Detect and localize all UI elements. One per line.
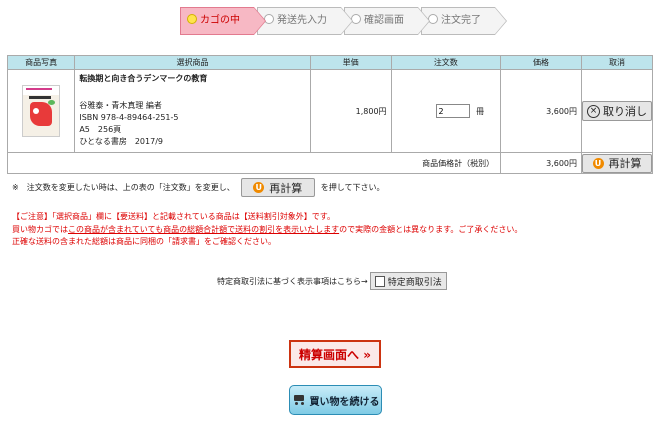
recalc-button[interactable]: U 再計算 <box>582 153 652 173</box>
continue-shopping-label: 買い物を続ける <box>309 396 380 408</box>
product-title[interactable]: 転換期と向き合うデンマークの教育 <box>79 73 305 84</box>
note-text-before: ※ 注文数を変更したい時は、上の表の「注文数」を変更し、 <box>12 183 235 192</box>
recalc-cell: U 再計算 <box>581 152 653 174</box>
close-icon: × <box>587 104 600 118</box>
cart-icon <box>292 395 306 405</box>
product-author: 谷雅泰・青木真理 編者 <box>79 101 162 110</box>
quantity-cell: 冊 <box>390 69 502 153</box>
header-price: 価格 <box>500 55 582 70</box>
delete-button[interactable]: × 取り消し <box>582 101 652 121</box>
header-item: 選択商品 <box>74 55 311 70</box>
unit-price: 1,800円 <box>309 69 392 153</box>
legal-notice-button[interactable]: 特定商取引法 <box>369 272 447 290</box>
note-recalc-button[interactable]: U 再計算 <box>240 178 315 197</box>
product-info-cell: 転換期と向き合うデンマークの教育 谷雅泰・青木真理 編者 ISBN 978-4-… <box>74 69 311 153</box>
shipping-warning: 【ご注意】「選択商品」欄に【要送料】と記載されている商品は【送料割引対象外】です… <box>12 211 522 249</box>
step-dot-icon <box>187 14 197 24</box>
step-confirm: 確認画面 <box>344 7 430 35</box>
product-format: A5 256頁 <box>79 125 122 134</box>
cart-table: 商品写真 選択商品 単価 注文数 価格 取消 転換期と向き合うデンマークの教育 … <box>6 55 653 174</box>
legal-notice-text: 特定商取引法に基づく表示事項はこちら→ <box>217 276 368 286</box>
header-cancel: 取消 <box>581 55 653 70</box>
header-unit-price: 単価 <box>309 55 392 70</box>
refresh-icon: U <box>253 182 265 193</box>
subtotal-label: 商品価格計（税別） <box>6 152 502 174</box>
step-shipping: 発送先入力 <box>257 7 353 35</box>
quantity-input[interactable] <box>435 104 470 118</box>
recalc-label: 再計算 <box>608 157 642 170</box>
step-complete: 注文完了 <box>421 7 507 35</box>
book-cover-image[interactable] <box>22 85 61 137</box>
header-photo: 商品写真 <box>6 55 76 70</box>
note-recalc-label: 再計算 <box>269 181 303 195</box>
product-isbn: ISBN 978-4-89464-251-5 <box>79 113 179 122</box>
header-quantity: 注文数 <box>390 55 502 70</box>
delete-label: 取り消し <box>603 105 647 118</box>
subtotal-row: 商品価格計（税別） 3,600円 U 再計算 <box>6 152 653 174</box>
product-photo-cell <box>6 69 76 153</box>
warning-line-3: 正確な送料の含まれた総額は商品に同梱の「請求書」をご確認ください。 <box>12 237 276 246</box>
refresh-icon: U <box>592 157 604 169</box>
product-publisher: ひとなる書房 2017/9 <box>79 137 163 146</box>
line-price: 3,600円 <box>500 69 582 153</box>
legal-notice: 特定商取引法に基づく表示事項はこちら→ 特定商取引法 <box>217 272 447 290</box>
continue-shopping-button[interactable]: 買い物を続ける <box>289 385 382 415</box>
table-row: 転換期と向き合うデンマークの教育 谷雅泰・青木真理 編者 ISBN 978-4-… <box>6 69 653 153</box>
note-text-after: を押して下さい。 <box>320 183 385 192</box>
document-icon <box>374 275 385 287</box>
checkout-button[interactable]: 精算画面へ » <box>289 340 381 368</box>
quantity-note: ※ 注文数を変更したい時は、上の表の「注文数」を変更し、 U 再計算 を押して下… <box>12 178 384 197</box>
cart-header-row: 商品写真 選択商品 単価 注文数 価格 取消 <box>6 55 653 70</box>
order-steps: カゴの中 発送先入力 確認画面 注文完了 <box>180 7 507 35</box>
step-cart: カゴの中 <box>180 7 266 35</box>
cancel-cell: × 取り消し <box>581 69 653 153</box>
legal-notice-label: 特定商取引法 <box>387 277 442 288</box>
warning-line-2: 買い物カゴではこの商品が含まれていても商品の総額合計額で送料の割引を表示いたしま… <box>12 224 523 234</box>
warning-line-1: 【ご注意】「選択商品」欄に【要送料】と記載されている商品は【送料割引対象外】です… <box>12 212 335 221</box>
quantity-unit: 冊 <box>476 106 485 116</box>
subtotal-value: 3,600円 <box>500 152 582 174</box>
